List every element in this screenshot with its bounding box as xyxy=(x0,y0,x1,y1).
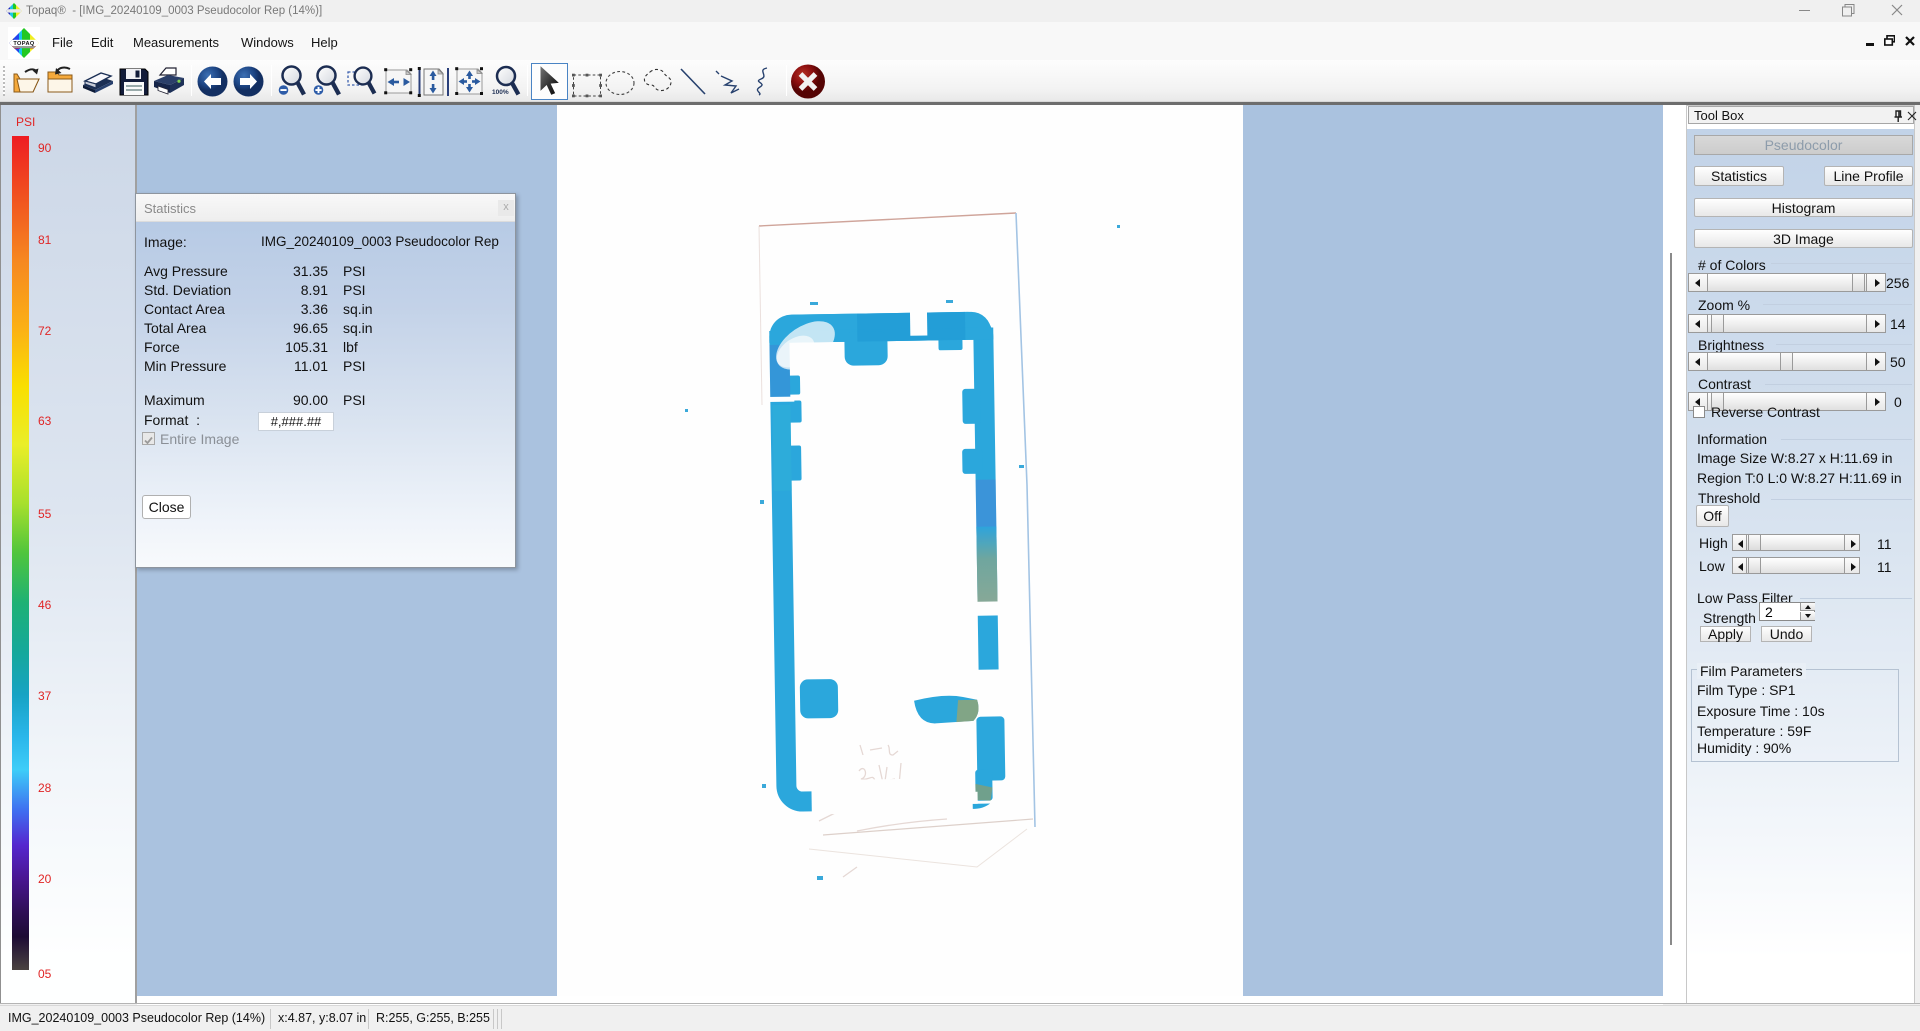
svg-text:100%: 100% xyxy=(492,89,509,96)
svg-text:TOPAQ: TOPAQ xyxy=(13,41,35,47)
